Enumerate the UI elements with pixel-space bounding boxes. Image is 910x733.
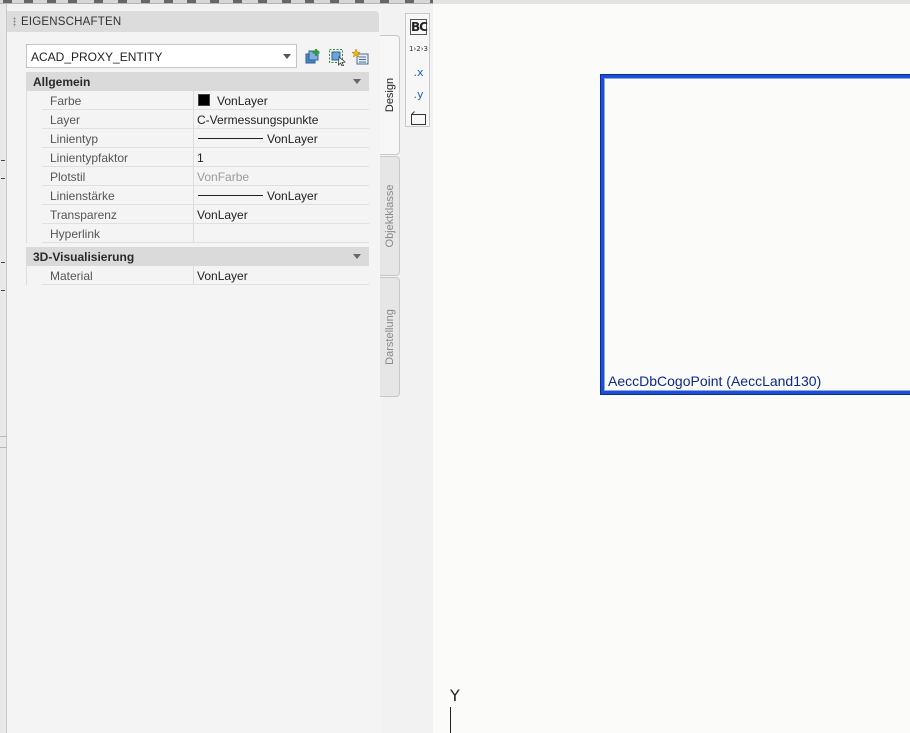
- select-objects-icon[interactable]: [328, 48, 346, 66]
- drag-grip-icon[interactable]: [13, 17, 16, 27]
- property-row-transparenz[interactable]: Transparenz VonLayer: [42, 205, 369, 224]
- x-coordinate-tool-icon[interactable]: .x: [409, 66, 428, 84]
- property-value-cell[interactable]: VonLayer: [193, 205, 369, 223]
- section-title: 3D-Visualisierung: [33, 250, 135, 264]
- object-type-dropdown[interactable]: ACAD_PROXY_ENTITY: [26, 44, 297, 68]
- property-value: VonLayer: [197, 208, 248, 222]
- collapse-arrow-icon[interactable]: [353, 254, 361, 259]
- property-row-linientyp[interactable]: Linientyp VonLayer: [42, 129, 369, 148]
- property-value-cell[interactable]: 1: [193, 148, 369, 166]
- properties-palette: EIGENSCHAFTEN ACAD_PROXY_ENTITY Allgemei…: [7, 9, 381, 733]
- property-value: VonLayer: [197, 269, 248, 283]
- property-row-linientypfaktor[interactable]: Linientypfaktor 1: [42, 148, 369, 167]
- block-attribute-tool-icon[interactable]: BC: [410, 19, 428, 35]
- section-allgemein[interactable]: Allgemein: [26, 72, 369, 91]
- property-value-cell[interactable]: VonLayer: [193, 186, 369, 204]
- tab-darstellung[interactable]: Darstellung: [380, 277, 400, 397]
- chevron-down-icon[interactable]: [283, 54, 291, 59]
- section-gutter: [26, 91, 42, 243]
- property-label: Linientypfaktor: [50, 151, 129, 165]
- ucs-y-axis-label: Y: [450, 686, 460, 705]
- toggle-pickadd-icon[interactable]: [352, 48, 370, 66]
- property-value: VonFarbe: [197, 170, 250, 184]
- property-value-cell[interactable]: [193, 224, 369, 242]
- property-row-hyperlink[interactable]: Hyperlink: [42, 224, 369, 243]
- tab-label: Objektklasse: [383, 184, 396, 248]
- section-3d-visualisierung[interactable]: 3D-Visualisierung: [26, 247, 369, 266]
- selected-proxy-entity-frame[interactable]: [601, 75, 910, 394]
- ucs-y-axis-icon: [450, 707, 451, 733]
- property-row-plotstil[interactable]: Plotstil VonFarbe: [42, 167, 369, 186]
- palette-title: EIGENSCHAFTEN: [21, 16, 122, 28]
- property-row-farbe[interactable]: Farbe VonLayer: [42, 91, 369, 110]
- property-label: Linientyp: [50, 132, 99, 146]
- property-value: C-Vermessungspunkte: [197, 113, 319, 127]
- property-row-linienstaerke[interactable]: Linienstärke VonLayer: [42, 186, 369, 205]
- property-value-cell[interactable]: VonFarbe: [193, 167, 369, 185]
- section-title: Allgemein: [33, 75, 91, 89]
- object-type-value: ACAD_PROXY_ENTITY: [31, 50, 163, 64]
- color-swatch-icon: [198, 94, 210, 106]
- property-value-cell[interactable]: VonLayer: [193, 266, 369, 284]
- property-value: VonLayer: [267, 189, 318, 203]
- collapse-arrow-icon[interactable]: [353, 79, 361, 84]
- property-label: Hyperlink: [50, 227, 101, 241]
- property-label: Material: [50, 269, 93, 283]
- lineweight-preview-icon: [198, 195, 263, 196]
- quick-select-icon[interactable]: [304, 48, 322, 66]
- annotation-tool-strip: BC 1›2›3 .x .y: [405, 13, 430, 127]
- property-value-cell[interactable]: C-Vermessungspunkte: [193, 110, 369, 128]
- property-label: Linienstärke: [50, 189, 115, 203]
- tab-label: Darstellung: [383, 309, 396, 365]
- property-label: Layer: [50, 113, 81, 127]
- property-value: 1: [197, 151, 204, 165]
- property-value: VonLayer: [217, 94, 268, 108]
- property-row-material[interactable]: Material VonLayer: [42, 266, 369, 285]
- y-coordinate-tool-icon[interactable]: .y: [409, 88, 428, 106]
- property-label: Plotstil: [50, 170, 86, 184]
- left-docked-panel-edge: [0, 4, 7, 733]
- tab-objektklasse[interactable]: Objektklasse: [380, 156, 400, 276]
- linetype-preview-icon: [198, 138, 263, 139]
- frame-tool-icon[interactable]: [409, 109, 428, 127]
- property-value-cell[interactable]: VonLayer: [193, 129, 369, 147]
- property-value: VonLayer: [267, 132, 318, 146]
- tab-label: Design: [383, 77, 396, 113]
- property-label: Transparenz: [50, 208, 117, 222]
- palette-title-bar[interactable]: EIGENSCHAFTEN: [7, 11, 379, 32]
- property-row-layer[interactable]: Layer C-Vermessungspunkte: [42, 110, 369, 129]
- numbering-tool-icon[interactable]: 1›2›3: [409, 45, 428, 63]
- proxy-entity-label: AeccDbCogoPoint (AeccLand130): [608, 373, 822, 389]
- property-label: Farbe: [50, 94, 82, 108]
- tab-design[interactable]: Design: [380, 35, 400, 155]
- property-value-cell[interactable]: VonLayer: [193, 91, 369, 109]
- section-gutter: [26, 266, 42, 285]
